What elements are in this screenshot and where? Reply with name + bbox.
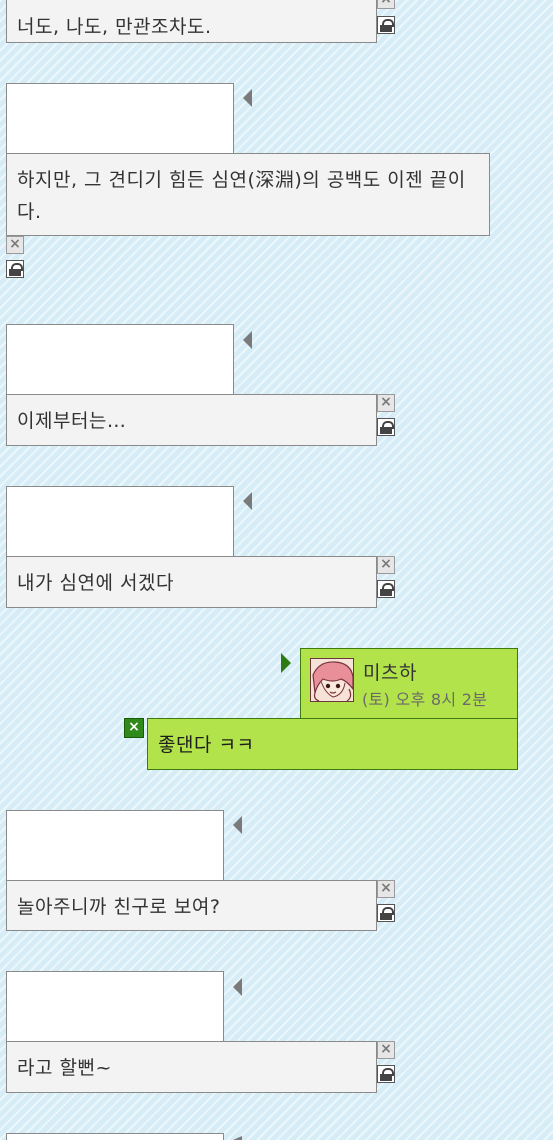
sender-header [6,83,234,154]
bubble-arrow-icon [233,816,242,834]
close-icon: × [380,1041,392,1057]
delete-button[interactable]: × [377,0,395,9]
bubble-arrow-icon [243,331,252,349]
lock-icon[interactable] [377,580,395,598]
sender-header [6,486,234,557]
message-box: 이제부터는… [6,394,377,446]
close-icon: × [380,0,392,7]
close-icon: × [380,394,392,410]
lock-icon[interactable] [377,16,395,34]
lock-icon[interactable] [377,418,395,436]
message-text: 너도, 나도, 만관조차도. [17,16,212,38]
lock-icon[interactable] [377,904,395,922]
own-user-name[interactable]: 미츠하 [363,658,417,685]
message-box: 라고 할뻔~ [6,1041,377,1093]
message-text: 라고 할뻔~ [17,1057,112,1079]
sender-header [6,324,234,395]
avatar[interactable] [310,658,354,702]
message-timestamp: (토) 오후 8시 2분 [362,690,488,709]
bubble-arrow-icon [233,978,242,996]
bubble-arrow-icon [233,1136,242,1140]
lock-icon[interactable] [377,1065,395,1083]
message-box: 하지만, 그 견디기 힘든 심연(深淵)의 공백도 이젠 끝이다. [6,153,490,236]
message-text: 좋댄다 ㅋㅋ [158,734,255,756]
delete-button[interactable]: × [377,394,395,412]
message-box: 놀아주니까 친구로 보여? [6,880,377,931]
delete-button[interactable]: × [377,880,395,898]
sender-header [6,971,224,1042]
sender-header [6,1133,224,1140]
delete-button[interactable]: × [377,1041,395,1059]
own-bubble-arrow-icon [281,653,291,673]
close-icon: × [9,236,21,252]
message-text: 내가 심연에 서겠다 [17,572,174,594]
bubble-arrow-icon [243,492,252,510]
delete-button[interactable]: × [377,556,395,574]
message-text: 하지만, 그 견디기 힘든 심연(深淵)의 공백도 이젠 끝이다. [17,169,466,223]
message-text: 이제부터는… [17,410,127,432]
message-box: 내가 심연에 서겠다 [6,556,377,608]
own-sender-header: 미츠하 (토) 오후 8시 2분 [300,648,518,719]
close-icon: × [380,556,392,572]
bubble-arrow-icon [243,89,252,107]
avatar-image [311,659,353,701]
own-delete-button[interactable]: × [124,718,144,738]
delete-button[interactable]: × [6,236,24,254]
sender-header [6,810,224,881]
message-box: 너도, 나도, 만관조차도. [6,0,377,43]
close-icon: × [380,880,392,896]
own-message-box: 좋댄다 ㅋㅋ [147,718,518,770]
close-icon: × [128,719,140,735]
message-text: 놀아주니까 친구로 보여? [17,896,221,918]
lock-icon[interactable] [6,260,24,278]
